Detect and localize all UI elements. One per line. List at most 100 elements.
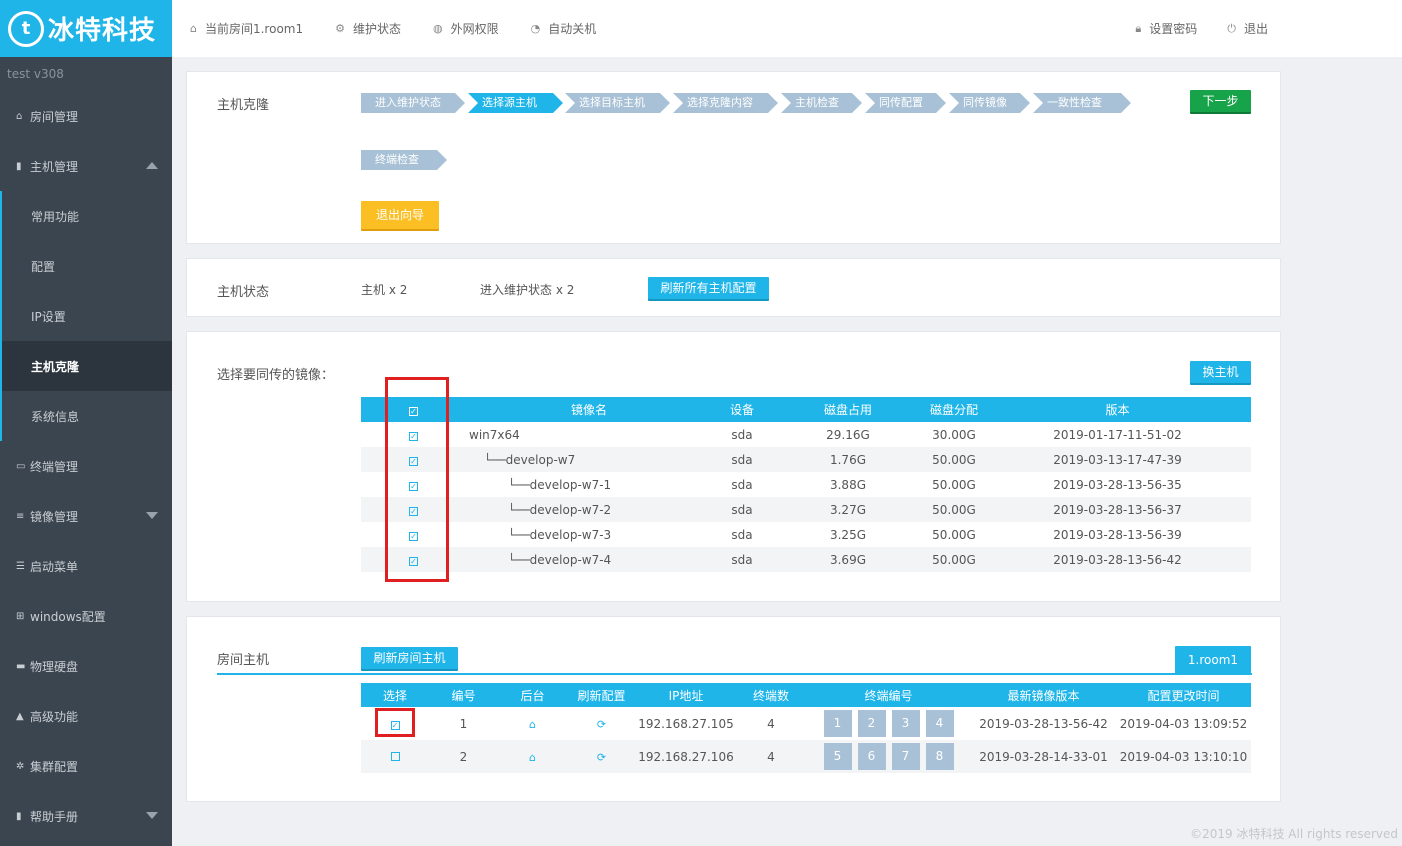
- sidebar-item-label: 高级功能: [30, 709, 79, 724]
- topbar: ⌂ 当前房间1.room1 ⚙ 维护状态 ◍ 外网权限 ◔ 自动关机 🔒︎ 设置…: [172, 0, 1402, 57]
- next-step-button[interactable]: 下一步: [1190, 90, 1251, 112]
- backend-button[interactable]: ⌂: [498, 707, 567, 740]
- table-row[interactable]: ✓ └──develop-w7-3 sda 3.25G 50.00G 2019-…: [361, 522, 1251, 547]
- shutdown-link[interactable]: ◔ 自动关机: [531, 20, 597, 37]
- refresh-room-hosts-button[interactable]: 刷新房间主机: [361, 647, 458, 669]
- tab-room1[interactable]: 1.room1: [1175, 646, 1251, 674]
- column-header: 磁盘分配: [924, 397, 984, 422]
- sidebar-item-windows-config[interactable]: ⊞ windows配置: [0, 591, 172, 641]
- step-host-check[interactable]: 主机检查: [781, 93, 862, 113]
- table-row[interactable]: ✓ win7x64 sda 29.16G 30.00G 2019-01-17-1…: [361, 422, 1251, 447]
- image-name: └──develop-w7-2: [466, 497, 712, 522]
- refresh-all-config-button[interactable]: 刷新所有主机配置: [648, 277, 769, 299]
- sidebar-item-image-management[interactable]: ≡ 镜像管理: [0, 491, 172, 541]
- logout-link[interactable]: ⏻ 退出: [1227, 20, 1268, 37]
- home-icon: ⌂: [529, 717, 536, 731]
- image-name: └──develop-w7-4: [466, 547, 712, 572]
- footer-copyright: ©2019 冰特科技 All rights reserved: [1190, 827, 1398, 841]
- logout-label: 退出: [1243, 22, 1268, 36]
- room-hosts-table: 选择 编号 后台 刷新配置 IP地址 终端数 终端编号 最新镜像版本 配置更改时…: [361, 683, 1251, 773]
- step-sync-config[interactable]: 同传配置: [865, 93, 946, 113]
- terminal-button[interactable]: 3: [891, 710, 920, 737]
- backend-button[interactable]: ⌂: [498, 740, 567, 773]
- current-room-link[interactable]: ⌂ 当前房间1.room1: [190, 20, 303, 37]
- tab-underline: [217, 673, 1252, 675]
- panel-title: 房间主机: [217, 653, 270, 668]
- sidebar-item-advanced[interactable]: ▲ 高级功能: [0, 691, 172, 741]
- maintenance-link[interactable]: ⚙ 维护状态: [335, 20, 401, 37]
- sidebar-item-cluster-config[interactable]: ✲ 集群配置: [0, 741, 172, 791]
- table-row[interactable]: ✓ └──develop-w7-1 sda 3.88G 50.00G 2019-…: [361, 472, 1251, 497]
- terminal-button[interactable]: 5: [823, 743, 852, 770]
- sidebar-item-label: 帮助手册: [30, 809, 79, 824]
- column-header: 编号: [429, 683, 498, 707]
- highlight-box: [375, 708, 415, 737]
- sidebar-item-host-management[interactable]: ▮ 主机管理: [0, 141, 172, 191]
- table-row[interactable]: ✓ 1 ⌂ ⟳ 192.168.27.105 4 1234 2019-03-28…: [361, 707, 1251, 740]
- set-password-link[interactable]: 🔒︎ 设置密码: [1135, 20, 1197, 37]
- column-header: 后台: [498, 683, 567, 707]
- refresh-config-button[interactable]: ⟳: [567, 740, 636, 773]
- sidebar-item-common-functions[interactable]: 常用功能: [2, 191, 172, 241]
- sidebar-item-terminal-management[interactable]: ▭ 终端管理: [0, 441, 172, 491]
- warning-icon: ▲: [16, 710, 24, 722]
- refresh-icon: ⟳: [596, 717, 607, 731]
- step-select-content[interactable]: 选择克隆内容: [673, 93, 778, 113]
- database-icon: ≡: [16, 510, 25, 522]
- latest-image-version: 2019-03-28-14-33-01: [971, 740, 1116, 773]
- step-select-source[interactable]: 选择源主机: [468, 93, 563, 113]
- host-select-checkbox[interactable]: [361, 740, 429, 773]
- disk-used: 3.69G: [772, 547, 924, 572]
- sidebar: t 冰特科技 test v308 ⌂ 房间管理 ▮ 主机管理 常用功能 配置 I…: [0, 0, 172, 846]
- sidebar-item-boot-menu[interactable]: ☰ 启动菜单: [0, 541, 172, 591]
- terminal-button[interactable]: 6: [857, 743, 886, 770]
- table-row[interactable]: ✓ └──develop-w7 sda 1.76G 50.00G 2019-03…: [361, 447, 1251, 472]
- monitor-icon: ▭: [16, 460, 26, 472]
- config-changed-time: 2019-04-03 13:09:52: [1119, 716, 1248, 731]
- exit-wizard-button[interactable]: 退出向导: [361, 201, 439, 229]
- gears-icon: ⚙: [335, 22, 345, 35]
- image-name: └──develop-w7-3: [508, 527, 612, 542]
- step-sync-image[interactable]: 同传镜像: [949, 93, 1030, 113]
- sidebar-item-room-management[interactable]: ⌂ 房间管理: [0, 91, 172, 141]
- home-icon: ⌂: [190, 22, 197, 35]
- version-label: test v308: [7, 67, 64, 81]
- disk-used: 3.25G: [829, 527, 867, 542]
- step-consistency-check[interactable]: 一致性检查: [1033, 93, 1131, 113]
- sidebar-item-config[interactable]: 配置: [2, 241, 172, 291]
- table-header: ✓ 镜像名 设备 磁盘占用 磁盘分配 版本: [361, 397, 1251, 422]
- image-version: 2019-01-17-11-51-02: [1053, 427, 1182, 442]
- refresh-config-button[interactable]: ⟳: [567, 707, 636, 740]
- step-terminal-check[interactable]: 终端检查: [361, 150, 447, 170]
- topbar-right: 🔒︎ 设置密码 ⏻ 退出: [1105, 0, 1268, 57]
- network-link[interactable]: ◍ 外网权限: [433, 20, 499, 37]
- sidebar-item-label: 集群配置: [30, 759, 79, 774]
- terminal-button[interactable]: 2: [857, 710, 886, 737]
- step-select-target[interactable]: 选择目标主机: [565, 93, 670, 113]
- sidebar-item-system-info[interactable]: 系统信息: [2, 391, 172, 441]
- windows-icon: ⊞: [16, 610, 25, 622]
- logo-mark-icon: t: [8, 10, 44, 47]
- terminal-button[interactable]: 7: [891, 743, 920, 770]
- step-enter-maintenance[interactable]: 进入维护状态: [361, 93, 465, 113]
- table-row[interactable]: 2 ⌂ ⟳ 192.168.27.106 4 5678 2019-03-28-1…: [361, 740, 1251, 773]
- terminal-button[interactable]: 4: [925, 710, 954, 737]
- ip-address: 192.168.27.105: [638, 716, 734, 731]
- sidebar-item-physical-disk[interactable]: ▬ 物理硬盘: [0, 641, 172, 691]
- sidebar-item-label: 启动菜单: [30, 559, 79, 574]
- sidebar-item-help-manual[interactable]: ▮ 帮助手册: [0, 791, 172, 841]
- table-row[interactable]: ✓ └──develop-w7-4 sda 3.69G 50.00G 2019-…: [361, 547, 1251, 572]
- config-changed-time: 2019-04-03 13:10:10: [1116, 740, 1251, 773]
- column-header: 配置更改时间: [1116, 683, 1251, 707]
- terminal-button[interactable]: 8: [925, 743, 954, 770]
- sidebar-item-ip-settings[interactable]: IP设置: [2, 291, 172, 341]
- server-icon: ▮: [16, 160, 22, 172]
- terminal-button[interactable]: 1: [823, 710, 852, 737]
- switch-host-button[interactable]: 换主机: [1190, 361, 1251, 383]
- checkbox-unchecked-icon: [390, 751, 400, 761]
- disk-used: 29.16G: [826, 427, 870, 442]
- disk-used: 1.76G: [772, 447, 924, 472]
- image-name: └──develop-w7: [466, 447, 712, 472]
- table-row[interactable]: ✓ └──develop-w7-2 sda 3.27G 50.00G 2019-…: [361, 497, 1251, 522]
- sidebar-item-host-clone[interactable]: 主机克隆: [2, 341, 172, 391]
